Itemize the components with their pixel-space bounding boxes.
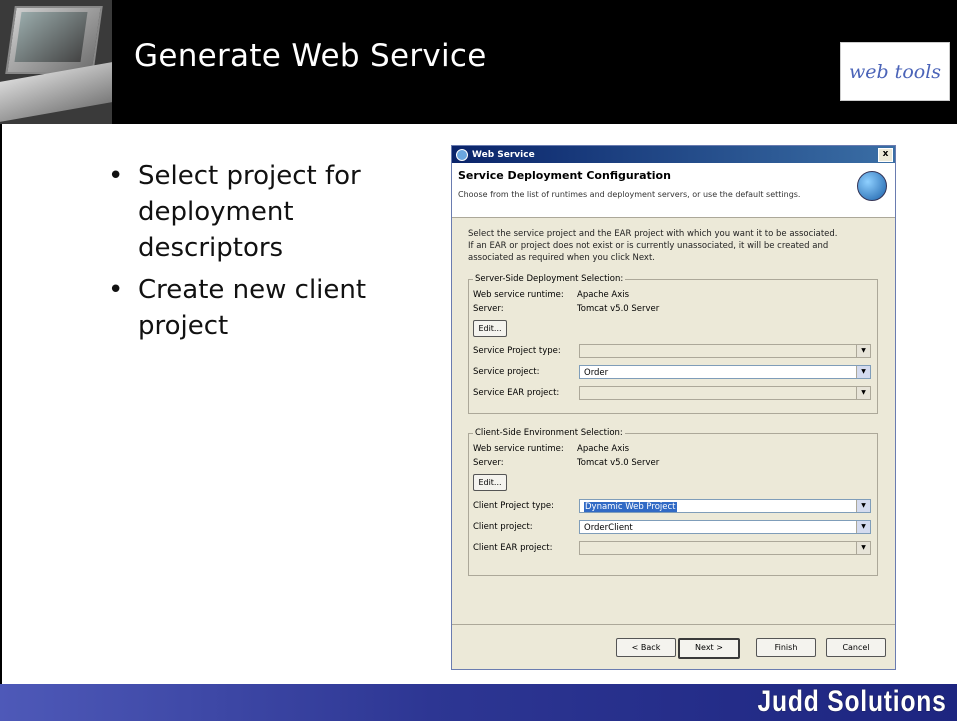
eclipse-icon bbox=[456, 148, 468, 161]
client-group-legend: Client-Side Environment Selection: bbox=[475, 428, 623, 438]
server-side-group: Server-Side Deployment Selection: Web se… bbox=[468, 274, 878, 414]
slide-footer: Judd Solutions bbox=[0, 684, 957, 721]
server-runtime-label: Web service runtime: bbox=[473, 290, 564, 300]
client-project-type-label: Client Project type: bbox=[473, 501, 554, 511]
banner-description: Choose from the list of runtimes and dep… bbox=[458, 190, 801, 199]
client-server-label: Server: bbox=[473, 458, 504, 468]
service-ear-label: Service EAR project: bbox=[473, 388, 560, 398]
chevron-down-icon: ▼ bbox=[856, 387, 870, 399]
service-project-type-combo[interactable]: ▼ bbox=[579, 344, 871, 358]
client-runtime-label: Web service runtime: bbox=[473, 444, 564, 454]
bullet-list: Select project for deployment descriptor… bbox=[108, 158, 428, 350]
dialog-instructions: Select the service project and the EAR p… bbox=[468, 229, 838, 263]
globe-icon bbox=[857, 171, 887, 201]
dialog-banner: Service Deployment Configuration Choose … bbox=[452, 163, 895, 218]
service-project-label: Service project: bbox=[473, 367, 540, 377]
server-server-label: Server: bbox=[473, 304, 504, 314]
banner-title: Service Deployment Configuration bbox=[458, 169, 671, 182]
client-side-group: Client-Side Environment Selection: Web s… bbox=[468, 428, 878, 576]
close-button[interactable]: x bbox=[878, 147, 893, 162]
chevron-down-icon: ▼ bbox=[856, 366, 870, 378]
client-ear-label: Client EAR project: bbox=[473, 543, 553, 553]
laptop-image bbox=[0, 0, 112, 124]
client-ear-combo[interactable]: ▼ bbox=[579, 541, 871, 555]
chevron-down-icon: ▼ bbox=[856, 521, 870, 533]
client-server-value: Tomcat v5.0 Server bbox=[577, 458, 660, 468]
slide-left-border bbox=[0, 124, 2, 684]
cancel-button[interactable]: Cancel bbox=[826, 638, 886, 657]
chevron-down-icon: ▼ bbox=[856, 345, 870, 357]
finish-button[interactable]: Finish bbox=[756, 638, 816, 657]
slide-title: Generate Web Service bbox=[134, 38, 487, 74]
chevron-down-icon: ▼ bbox=[856, 500, 870, 512]
client-runtime-value: Apache Axis bbox=[577, 444, 630, 454]
client-edit-button[interactable]: Edit... bbox=[473, 474, 507, 491]
server-group-legend: Server-Side Deployment Selection: bbox=[475, 274, 624, 284]
server-server-value: Tomcat v5.0 Server bbox=[577, 304, 660, 314]
next-button[interactable]: Next > bbox=[678, 638, 740, 659]
service-project-type-label: Service Project type: bbox=[473, 346, 561, 356]
bullet-item: Select project for deployment descriptor… bbox=[108, 158, 428, 266]
service-project-combo[interactable]: Order ▼ bbox=[579, 365, 871, 379]
client-project-label: Client project: bbox=[473, 522, 533, 532]
dialog-separator bbox=[452, 624, 895, 625]
webtools-logo: web tools bbox=[840, 42, 950, 101]
server-edit-button[interactable]: Edit... bbox=[473, 320, 507, 337]
dialog-window-title: Web Service bbox=[472, 149, 535, 160]
chevron-down-icon: ▼ bbox=[856, 542, 870, 554]
slide-header: Generate Web Service web tools bbox=[0, 0, 957, 124]
client-project-type-combo[interactable]: Dynamic Web Project ▼ bbox=[579, 499, 871, 513]
bullet-item: Create new client project bbox=[108, 272, 428, 344]
dialog-titlebar: Web Service x bbox=[452, 146, 895, 163]
web-service-dialog: Web Service x Service Deployment Configu… bbox=[451, 145, 896, 670]
back-button[interactable]: < Back bbox=[616, 638, 676, 657]
client-project-combo[interactable]: OrderClient ▼ bbox=[579, 520, 871, 534]
server-runtime-value: Apache Axis bbox=[577, 290, 630, 300]
footer-brand: Judd Solutions bbox=[757, 685, 947, 718]
service-ear-combo[interactable]: ▼ bbox=[579, 386, 871, 400]
